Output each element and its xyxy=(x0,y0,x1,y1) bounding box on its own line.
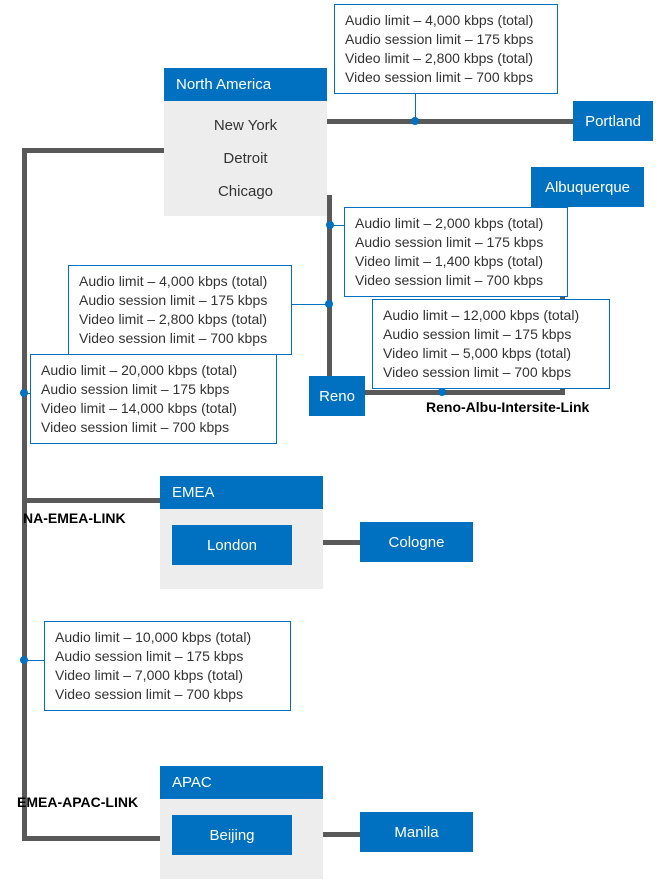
limit-box-albuquerque: Audio limit – 2,000 kbps (total) Audio s… xyxy=(344,207,568,297)
region-emea: EMEA London xyxy=(160,476,323,589)
site-label: Beijing xyxy=(209,827,254,844)
site-cologne: Cologne xyxy=(360,522,473,562)
site-label: Reno xyxy=(319,388,355,405)
limit-line: Audio session limit – 175 kbps xyxy=(355,233,557,252)
limit-line: Audio limit – 4,000 kbps (total) xyxy=(345,11,547,30)
site-london: London xyxy=(172,525,292,565)
limit-line: Audio session limit – 175 kbps xyxy=(55,647,280,666)
limit-line: Video limit – 2,800 kbps (total) xyxy=(79,310,281,329)
limit-line: Video limit – 5,000 kbps (total) xyxy=(383,344,599,363)
limit-line: Video limit – 1,400 kbps (total) xyxy=(355,252,557,271)
site-label: London xyxy=(207,537,257,554)
city-newyork: New York xyxy=(176,109,315,142)
region-north-america: North America New York Detroit Chicago xyxy=(164,68,327,216)
limit-box-reno-link: Audio limit – 4,000 kbps (total) Audio s… xyxy=(68,265,292,355)
limit-line: Audio limit – 4,000 kbps (total) xyxy=(79,272,281,291)
limit-line: Audio session limit – 175 kbps xyxy=(383,325,599,344)
site-label: Albuquerque xyxy=(545,179,630,196)
region-title-emea: EMEA xyxy=(172,484,215,501)
link-label-reno-albu: Reno-Albu-Intersite-Link xyxy=(426,399,589,415)
limit-line: Video limit – 14,000 kbps (total) xyxy=(41,399,266,418)
region-title-apac: APAC xyxy=(172,774,212,791)
site-beijing: Beijing xyxy=(172,815,292,855)
site-albuquerque: Albuquerque xyxy=(531,167,644,207)
limit-box-portland: Audio limit – 4,000 kbps (total) Audio s… xyxy=(334,4,558,94)
region-body-apac: Beijing xyxy=(160,799,323,879)
link-label-na-emea: NA-EMEA-LINK xyxy=(23,510,126,526)
region-body-na: New York Detroit Chicago xyxy=(164,101,327,216)
region-apac: APAC Beijing xyxy=(160,766,323,879)
site-manila: Manila xyxy=(360,812,473,852)
limit-line: Video limit – 2,800 kbps (total) xyxy=(345,49,547,68)
limit-box-na-emea: Audio limit – 20,000 kbps (total) Audio … xyxy=(30,354,277,444)
limit-line: Video session limit – 700 kbps xyxy=(383,363,599,382)
limit-line: Audio limit – 12,000 kbps (total) xyxy=(383,306,599,325)
link-label-emea-apac: EMEA-APAC-LINK xyxy=(17,794,138,810)
site-portland: Portland xyxy=(573,101,653,141)
region-header-emea: EMEA xyxy=(160,476,323,509)
limit-line: Video session limit – 700 kbps xyxy=(55,685,280,704)
limit-line: Audio session limit – 175 kbps xyxy=(345,30,547,49)
city-chicago: Chicago xyxy=(176,175,315,208)
city-detroit: Detroit xyxy=(176,142,315,175)
limit-line: Audio session limit – 175 kbps xyxy=(41,380,266,399)
region-header-apac: APAC xyxy=(160,766,323,799)
limit-line: Audio session limit – 175 kbps xyxy=(79,291,281,310)
limit-line: Video session limit – 700 kbps xyxy=(345,68,547,87)
site-label: Portland xyxy=(585,113,641,130)
limit-line: Audio limit – 2,000 kbps (total) xyxy=(355,214,557,233)
limit-box-emea-apac: Audio limit – 10,000 kbps (total) Audio … xyxy=(44,621,291,711)
site-reno: Reno xyxy=(309,376,365,416)
limit-line: Video limit – 7,000 kbps (total) xyxy=(55,666,280,685)
region-title-na: North America xyxy=(176,76,271,93)
limit-line: Video session limit – 700 kbps xyxy=(41,418,266,437)
site-label: Manila xyxy=(394,824,438,841)
limit-line: Video session limit – 700 kbps xyxy=(79,329,281,348)
limit-line: Audio limit – 10,000 kbps (total) xyxy=(55,628,280,647)
limit-box-reno-albu: Audio limit – 12,000 kbps (total) Audio … xyxy=(372,299,610,389)
region-body-emea: London xyxy=(160,509,323,589)
region-header-na: North America xyxy=(164,68,327,101)
limit-line: Audio limit – 20,000 kbps (total) xyxy=(41,361,266,380)
limit-line: Video session limit – 700 kbps xyxy=(355,271,557,290)
site-label: Cologne xyxy=(389,534,445,551)
